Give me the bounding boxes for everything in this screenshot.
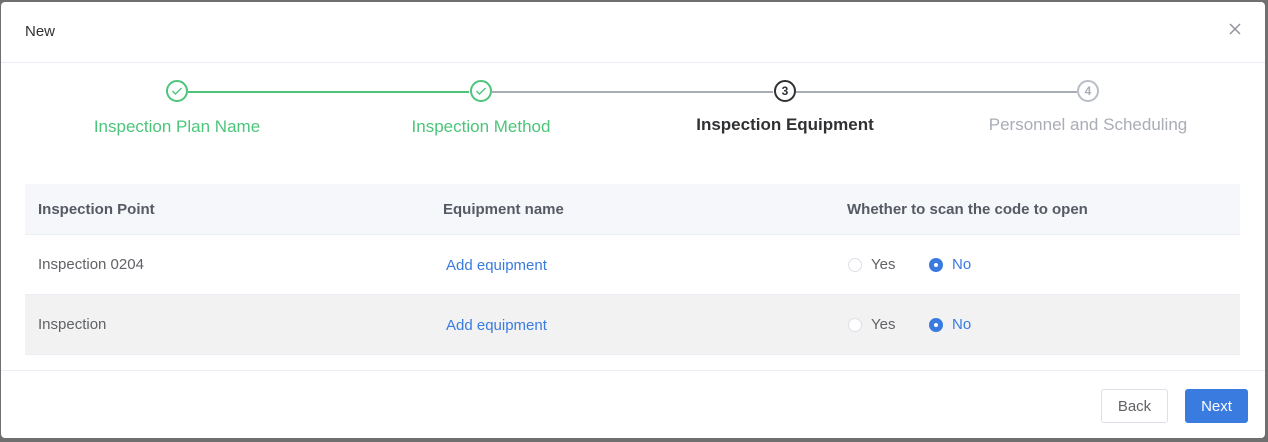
add-equipment-link[interactable]: Add equipment xyxy=(446,317,547,334)
radio-unchecked-icon xyxy=(848,257,862,272)
step-progress: Inspection Plan Name Inspection Method 3… xyxy=(1,2,1265,152)
step-4-number: 4 xyxy=(1077,80,1099,102)
radio-no-label: No xyxy=(952,316,972,333)
step-4-label: Personnel and Scheduling xyxy=(988,115,1188,134)
new-plan-dialog: New Inspection Plan Name Inspection Meth… xyxy=(1,2,1265,438)
radio-checked-icon xyxy=(929,317,943,332)
step-connector-3 xyxy=(796,91,1077,93)
step-connector-1 xyxy=(188,91,469,93)
back-button[interactable]: Back xyxy=(1101,389,1168,423)
radio-no-label: No xyxy=(952,256,972,273)
radio-yes-label: Yes xyxy=(871,316,896,333)
scan-yes-radio[interactable]: Yes xyxy=(848,256,895,273)
equipment-table: Inspection Point Equipment name Whether … xyxy=(25,184,1240,355)
inspection-point-cell: Inspection 0204 xyxy=(38,256,144,273)
radio-yes-label: Yes xyxy=(871,256,896,273)
step-3-number: 3 xyxy=(774,80,796,102)
table-row: Inspection Add equipment Yes No xyxy=(25,295,1240,355)
step-connector-2 xyxy=(492,91,773,93)
scan-no-radio[interactable]: No xyxy=(929,316,971,333)
inspection-point-cell: Inspection xyxy=(38,316,107,333)
column-header-scan-code: Whether to scan the code to open xyxy=(847,201,1088,218)
dialog-footer: Back Next xyxy=(1,370,1265,438)
step-2-label: Inspection Method xyxy=(411,117,551,136)
step-1-check-icon xyxy=(166,80,188,102)
next-button[interactable]: Next xyxy=(1185,389,1248,423)
step-2-check-icon xyxy=(470,80,492,102)
column-header-equipment-name: Equipment name xyxy=(443,201,564,218)
add-equipment-link[interactable]: Add equipment xyxy=(446,257,547,274)
scan-no-radio[interactable]: No xyxy=(929,256,971,273)
column-header-inspection-point: Inspection Point xyxy=(38,201,155,218)
radio-unchecked-icon xyxy=(848,317,862,332)
radio-checked-icon xyxy=(929,257,943,272)
step-1-label: Inspection Plan Name xyxy=(93,117,261,136)
table-row: Inspection 0204 Add equipment Yes No xyxy=(25,235,1240,295)
step-3-label: Inspection Equipment xyxy=(696,115,874,134)
table-header: Inspection Point Equipment name Whether … xyxy=(25,184,1240,235)
scan-yes-radio[interactable]: Yes xyxy=(848,316,895,333)
